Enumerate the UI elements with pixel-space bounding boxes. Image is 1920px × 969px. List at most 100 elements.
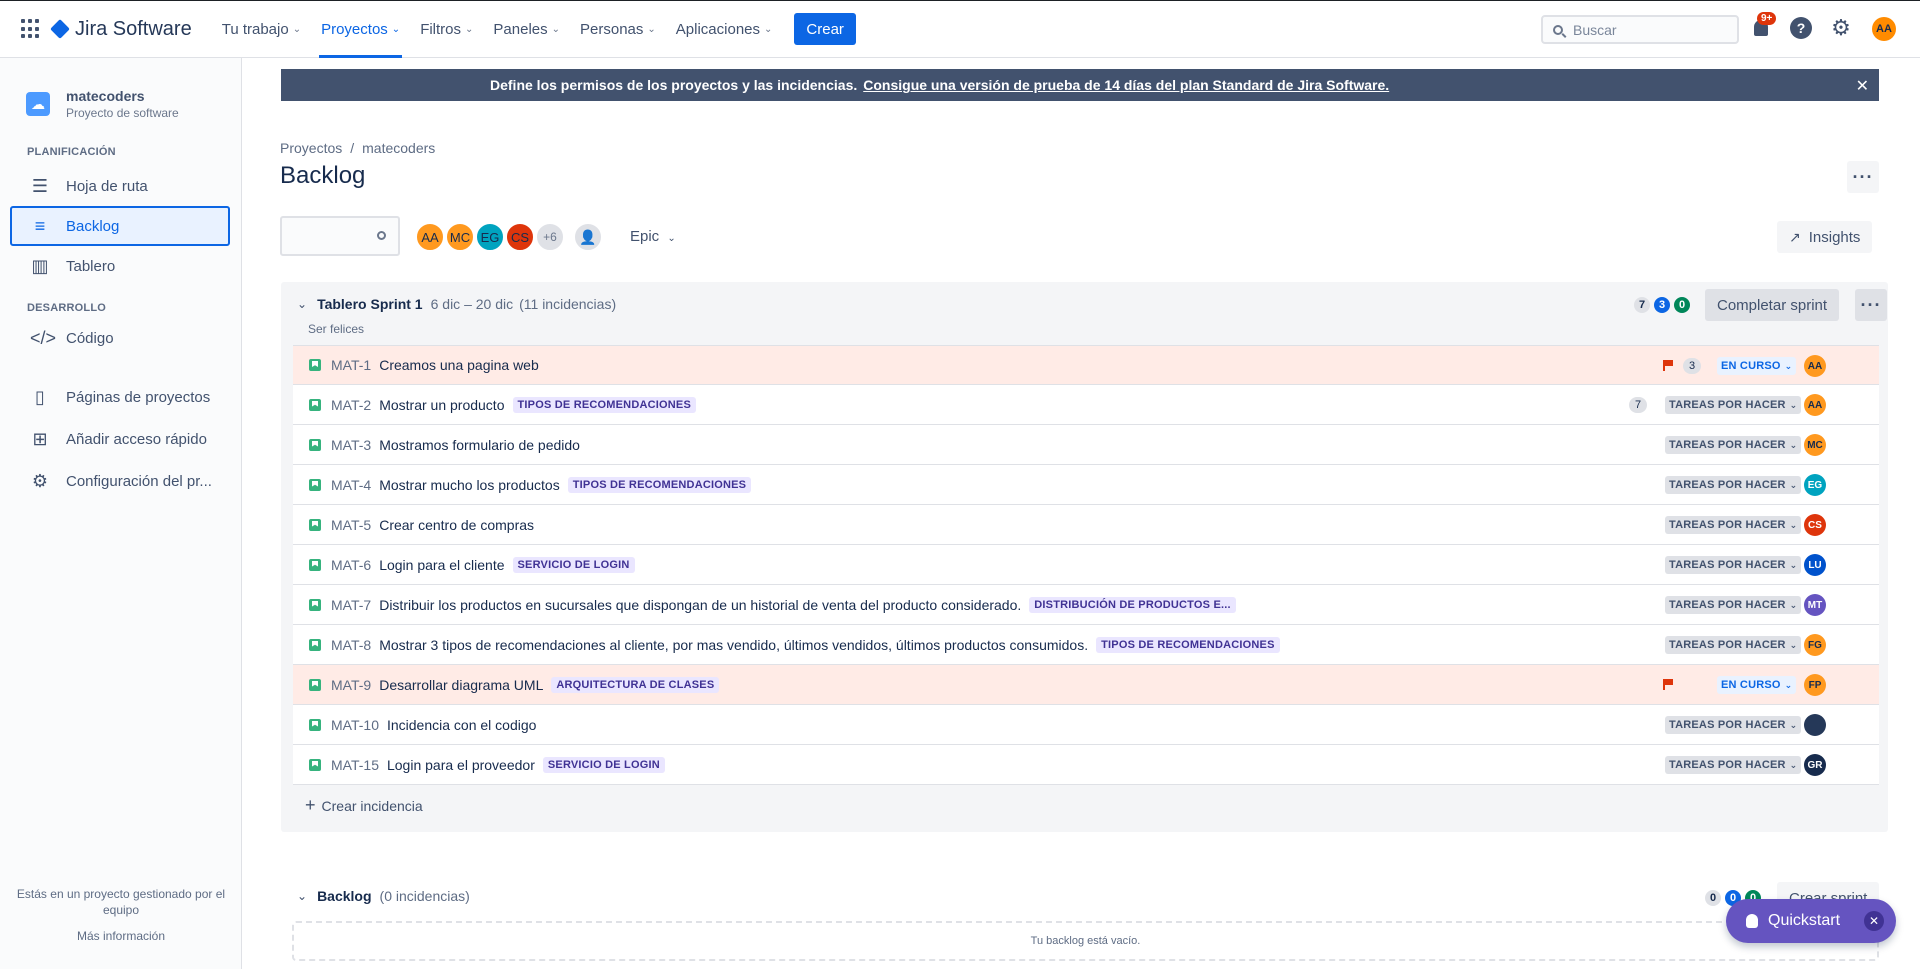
close-icon[interactable]: ✕	[1856, 76, 1869, 96]
breadcrumb-projects[interactable]: Proyectos	[280, 140, 342, 156]
more-avatars[interactable]: +6	[535, 222, 565, 252]
issue-row[interactable]: MAT-3 Mostramos formulario de pedido TAREA…	[293, 425, 1879, 465]
nav-item-aplicaciones[interactable]: Aplicaciones ⌄	[666, 0, 783, 58]
app-switcher-icon[interactable]	[21, 19, 41, 39]
chart-icon: ↗	[1789, 228, 1801, 245]
avatar-filter[interactable]: AA	[415, 222, 445, 252]
issue-row[interactable]: MAT-5 Crear centro de compras TAREAS POR H…	[293, 505, 1879, 545]
banner-trial-link[interactable]: Consigue una versión de prueba de 14 día…	[863, 77, 1389, 93]
create-issue-button[interactable]: + Crear incidencia	[305, 795, 423, 816]
avatar-filter[interactable]: MC	[445, 222, 475, 252]
sidebar-item-code[interactable]: </> Código	[10, 318, 230, 358]
complete-sprint-button[interactable]: Completar sprint	[1705, 289, 1840, 321]
status-dropdown[interactable]: TAREAS POR HACER ⌄	[1665, 716, 1802, 734]
insights-button[interactable]: ↗ Insights	[1777, 221, 1873, 253]
status-dropdown[interactable]: TAREAS POR HACER ⌄	[1665, 516, 1802, 534]
issue-key[interactable]: MAT-1	[331, 357, 371, 373]
quickstart-button[interactable]: Quickstart ✕	[1726, 899, 1896, 943]
sidebar-item-backlog[interactable]: ≡ Backlog	[10, 206, 230, 246]
epic-label[interactable]: TIPOS DE RECOMENDACIONES	[512, 396, 696, 413]
assignee-avatar[interactable]: LU	[1804, 554, 1826, 576]
assignee-avatar[interactable]: EG	[1804, 474, 1826, 496]
assignee-avatar[interactable]: GR	[1804, 754, 1826, 776]
add-people-icon[interactable]: 👤	[573, 222, 603, 252]
breadcrumb-project[interactable]: matecoders	[362, 140, 435, 156]
epic-label[interactable]: DISTRIBUCIÓN DE PRODUCTOS E...	[1029, 596, 1236, 613]
issue-key[interactable]: MAT-8	[331, 637, 371, 653]
status-dropdown[interactable]: EN CURSO ⌄	[1717, 676, 1797, 694]
status-dropdown[interactable]: TAREAS POR HACER ⌄	[1665, 436, 1802, 454]
jira-logo[interactable]: Jira Software	[50, 17, 192, 41]
issue-row[interactable]: MAT-10 Incidencia con el codigo TAREAS POR…	[293, 705, 1879, 745]
issue-row[interactable]: MAT-1 Creamos una pagina web 3 EN CURSO ⌄ AA	[293, 345, 1879, 385]
status-dropdown[interactable]: EN CURSO ⌄	[1717, 357, 1797, 375]
issue-key[interactable]: MAT-15	[331, 757, 379, 773]
learn-more-link[interactable]: Más información	[0, 928, 242, 944]
product-name: Jira Software	[75, 17, 192, 40]
create-button[interactable]: Crear	[794, 13, 856, 45]
sidebar-item-board[interactable]: ▥ Tablero	[10, 246, 230, 286]
help-icon[interactable]: ?	[1790, 17, 1812, 39]
sidebar-item-add-shortcut[interactable]: ⊞ Añadir acceso rápido	[10, 418, 230, 460]
nav-item-personas[interactable]: Personas ⌄	[570, 0, 666, 58]
issue-key[interactable]: MAT-10	[331, 717, 379, 733]
status-dropdown[interactable]: TAREAS POR HACER ⌄	[1665, 596, 1802, 614]
backlog-search-input[interactable]	[280, 216, 400, 256]
issue-row[interactable]: MAT-9 Desarrollar diagrama UML ARQUITECTUR…	[293, 665, 1879, 705]
epic-label[interactable]: TIPOS DE RECOMENDACIONES	[567, 476, 752, 493]
close-icon[interactable]: ✕	[1864, 911, 1884, 931]
issue-key[interactable]: MAT-5	[331, 517, 371, 533]
assignee-avatar[interactable]: AA	[1804, 394, 1826, 416]
status-dropdown[interactable]: TAREAS POR HACER ⌄	[1665, 636, 1802, 654]
issue-key[interactable]: MAT-7	[331, 597, 371, 613]
nav-item-tu-trabajo[interactable]: Tu trabajo ⌄	[212, 0, 311, 58]
epic-filter[interactable]: Epic ⌄	[630, 228, 676, 245]
epic-label[interactable]: ARQUITECTURA DE CLASES	[551, 676, 720, 693]
backlog-header[interactable]: ⌄ Backlog (0 incidencias)	[297, 888, 470, 904]
sprint-more-button[interactable]: ···	[1855, 289, 1887, 321]
issue-row[interactable]: MAT-6 Login para el cliente SERVICIO DE LO…	[293, 545, 1879, 585]
assignee-avatar[interactable]	[1804, 714, 1826, 736]
global-search[interactable]	[1541, 15, 1739, 44]
issue-key[interactable]: MAT-9	[331, 677, 371, 693]
assignee-avatar[interactable]: CS	[1804, 514, 1826, 536]
page-more-button[interactable]: ···	[1847, 161, 1879, 193]
sprint-name: Tablero Sprint 1	[317, 296, 423, 312]
settings-icon[interactable]: ⚙	[1830, 15, 1852, 40]
user-avatar[interactable]: AA	[1872, 17, 1896, 41]
status-dropdown[interactable]: TAREAS POR HACER ⌄	[1665, 396, 1802, 414]
nav-item-filtros[interactable]: Filtros ⌄	[410, 0, 483, 58]
issue-row[interactable]: MAT-2 Mostrar un producto TIPOS DE RECOMEN…	[293, 385, 1879, 425]
issue-key[interactable]: MAT-2	[331, 397, 371, 413]
sprint-header[interactable]: ⌄ Tablero Sprint 1 6 dic – 20 dic (11 in…	[297, 296, 616, 312]
issue-row[interactable]: MAT-8 Mostrar 3 tipos de recomendaciones …	[293, 625, 1879, 665]
assignee-avatar[interactable]: FP	[1804, 674, 1826, 696]
avatar-filter[interactable]: CS	[505, 222, 535, 252]
issue-key[interactable]: MAT-3	[331, 437, 371, 453]
sidebar-item-project-settings[interactable]: ⚙ Configuración del pr...	[10, 460, 230, 502]
issue-key[interactable]: MAT-4	[331, 477, 371, 493]
status-dropdown[interactable]: TAREAS POR HACER ⌄	[1665, 756, 1802, 774]
story-points[interactable]: 3	[1683, 358, 1701, 374]
epic-label[interactable]: SERVICIO DE LOGIN	[512, 556, 635, 573]
epic-label[interactable]: TIPOS DE RECOMENDACIONES	[1096, 636, 1280, 653]
issue-row[interactable]: MAT-15 Login para el proveedor SERVICIO DE…	[293, 745, 1879, 785]
assignee-avatar[interactable]: FG	[1804, 634, 1826, 656]
assignee-avatar[interactable]: MC	[1804, 434, 1826, 456]
issue-key[interactable]: MAT-6	[331, 557, 371, 573]
nav-item-paneles[interactable]: Paneles ⌄	[483, 0, 570, 58]
assignee-avatar[interactable]: MT	[1804, 594, 1826, 616]
sidebar-item-roadmap[interactable]: ☰ Hoja de ruta	[10, 166, 230, 206]
project-header[interactable]: ☁ matecoders Proyecto de software	[26, 88, 241, 120]
nav-item-proyectos[interactable]: Proyectos ⌄	[311, 0, 410, 58]
issue-row[interactable]: MAT-4 Mostrar mucho los productos TIPOS DE…	[293, 465, 1879, 505]
status-dropdown[interactable]: TAREAS POR HACER ⌄	[1665, 476, 1802, 494]
story-points[interactable]: 7	[1629, 397, 1647, 413]
status-dropdown[interactable]: TAREAS POR HACER ⌄	[1665, 556, 1802, 574]
sidebar-item-project-pages[interactable]: ▯ Páginas de proyectos	[10, 376, 230, 418]
avatar-filter[interactable]: EG	[475, 222, 505, 252]
epic-label[interactable]: SERVICIO DE LOGIN	[542, 756, 665, 773]
search-input[interactable]	[1573, 21, 1723, 38]
issue-row[interactable]: MAT-7 Distribuir los productos en sucursa…	[293, 585, 1879, 625]
assignee-avatar[interactable]: AA	[1804, 355, 1826, 377]
